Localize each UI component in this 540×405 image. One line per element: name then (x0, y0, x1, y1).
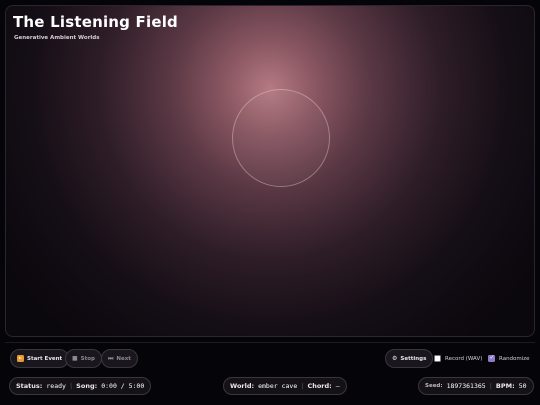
status-pill: Status: ready | Song: 0:00 / 5:00 (9, 377, 152, 395)
seed-label: Seed: (425, 383, 443, 389)
bpm-value: 50 (518, 382, 527, 390)
status-label: Status: (16, 382, 43, 390)
status-bar: Status: ready | Song: 0:00 / 5:00 World:… (5, 373, 535, 401)
stop-icon: ■ (72, 355, 78, 362)
play-icon (17, 355, 24, 362)
pulse-ring (232, 89, 330, 187)
control-bar: Start Event ■ Stop ⏭ Next ⚙ Settings Rec… (5, 342, 535, 372)
status-value: ready (46, 382, 66, 390)
divider: | (489, 382, 492, 390)
divider: | (69, 382, 73, 390)
chord-value: – (335, 382, 340, 390)
visualizer-canvas[interactable]: The Listening Field Generative Ambient W… (5, 5, 535, 337)
stop-label: Stop (80, 355, 95, 362)
seed-value: 1897361365 (446, 382, 486, 390)
app-title: The Listening Field (13, 13, 178, 31)
start-event-label: Start Event (27, 355, 63, 362)
divider: | (301, 382, 304, 390)
seed-pill: Seed: 1897361365 | BPM: 50 (418, 377, 534, 395)
world-value: ember cave (258, 382, 298, 390)
world-pill: World: ember cave | Chord: – (223, 377, 347, 395)
start-event-button[interactable]: Start Event (10, 349, 70, 368)
song-time-value: 0:00 / 5:00 (101, 382, 145, 390)
world-label: World: (230, 382, 255, 390)
record-wav-toggle[interactable]: Record (WAV) (434, 355, 482, 362)
next-label: Next (116, 355, 131, 362)
next-button[interactable]: ⏭ Next (101, 349, 138, 368)
randomize-label: Randomize (499, 355, 530, 362)
record-checkbox[interactable] (434, 355, 441, 362)
gear-icon: ⚙ (392, 355, 398, 362)
randomize-checkbox[interactable] (488, 354, 495, 362)
song-label: Song: (76, 382, 98, 390)
app-subtitle: Generative Ambient Worlds (14, 35, 100, 41)
settings-button[interactable]: ⚙ Settings (385, 349, 434, 368)
randomize-toggle[interactable]: Randomize (488, 354, 530, 362)
record-label: Record (WAV) (445, 355, 483, 362)
bpm-label: BPM: (495, 382, 515, 390)
chord-label: Chord: (307, 382, 332, 390)
skip-next-icon: ⏭ (108, 354, 114, 362)
settings-label: Settings (400, 355, 427, 362)
stop-button[interactable]: ■ Stop (65, 349, 102, 368)
